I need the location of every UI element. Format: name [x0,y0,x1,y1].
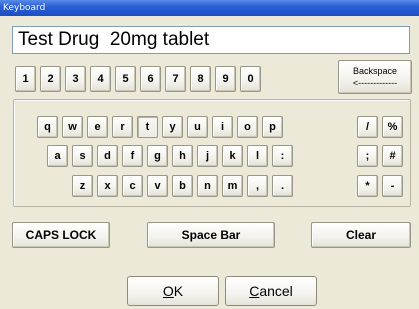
key-r[interactable]: r [112,116,133,138]
backspace-arrow: <------------- [352,78,398,88]
key-semicolon[interactable]: ; [357,145,378,167]
keyboard-window: Keyboard Test Drug 20mg tablet 1 2 3 4 5… [0,0,419,309]
key-l[interactable]: l [247,145,268,167]
key-9[interactable]: 9 [215,66,236,92]
key-p[interactable]: p [262,116,283,138]
key-m[interactable]: m [222,175,243,197]
key-w[interactable]: w [62,116,83,138]
key-percent[interactable]: % [382,116,403,138]
key-hyphen[interactable]: - [382,175,403,197]
key-t[interactable]: t [137,116,158,138]
key-colon[interactable]: : [272,145,293,167]
ok-label-rest: K [173,283,184,299]
key-5[interactable]: 5 [115,66,136,92]
cancel-button[interactable]: Cancel [225,276,317,306]
ok-button[interactable]: OK [127,276,219,306]
key-period[interactable]: . [272,175,293,197]
key-7[interactable]: 7 [165,66,186,92]
key-z[interactable]: z [72,175,93,197]
key-h[interactable]: h [172,145,193,167]
key-8[interactable]: 8 [190,66,211,92]
caps-lock-button[interactable]: CAPS LOCK [12,222,110,248]
key-q[interactable]: q [37,116,58,138]
key-3[interactable]: 3 [65,66,86,92]
key-g[interactable]: g [147,145,168,167]
cancel-mnemonic: C [249,283,260,299]
key-n[interactable]: n [197,175,218,197]
key-b[interactable]: b [172,175,193,197]
key-slash[interactable]: / [357,116,378,138]
key-hash[interactable]: # [382,145,403,167]
key-asterisk[interactable]: * [357,175,378,197]
key-a[interactable]: a [47,145,68,167]
key-x[interactable]: x [97,175,118,197]
key-u[interactable]: u [187,116,208,138]
key-y[interactable]: y [162,116,183,138]
key-d[interactable]: d [97,145,118,167]
key-j[interactable]: j [197,145,218,167]
space-bar-button[interactable]: Space Bar [147,222,275,248]
key-2[interactable]: 2 [40,66,61,92]
key-i[interactable]: i [212,116,233,138]
text-display-field[interactable]: Test Drug 20mg tablet [12,26,410,54]
key-v[interactable]: v [147,175,168,197]
key-4[interactable]: 4 [90,66,111,92]
backspace-button[interactable]: Backspace <------------- [338,60,412,94]
window-title: Keyboard [0,0,419,16]
key-6[interactable]: 6 [140,66,161,92]
key-0[interactable]: 0 [240,66,261,92]
key-c[interactable]: c [122,175,143,197]
key-e[interactable]: e [87,116,108,138]
cancel-label-rest: ancel [259,283,293,299]
key-k[interactable]: k [222,145,243,167]
key-f[interactable]: f [122,145,143,167]
clear-button[interactable]: Clear [311,222,411,248]
ok-mnemonic: O [162,283,174,299]
key-s[interactable]: s [72,145,93,167]
backspace-label: Backspace [352,66,398,76]
key-o[interactable]: o [237,116,258,138]
key-comma[interactable]: , [247,175,268,197]
key-1[interactable]: 1 [15,66,36,92]
